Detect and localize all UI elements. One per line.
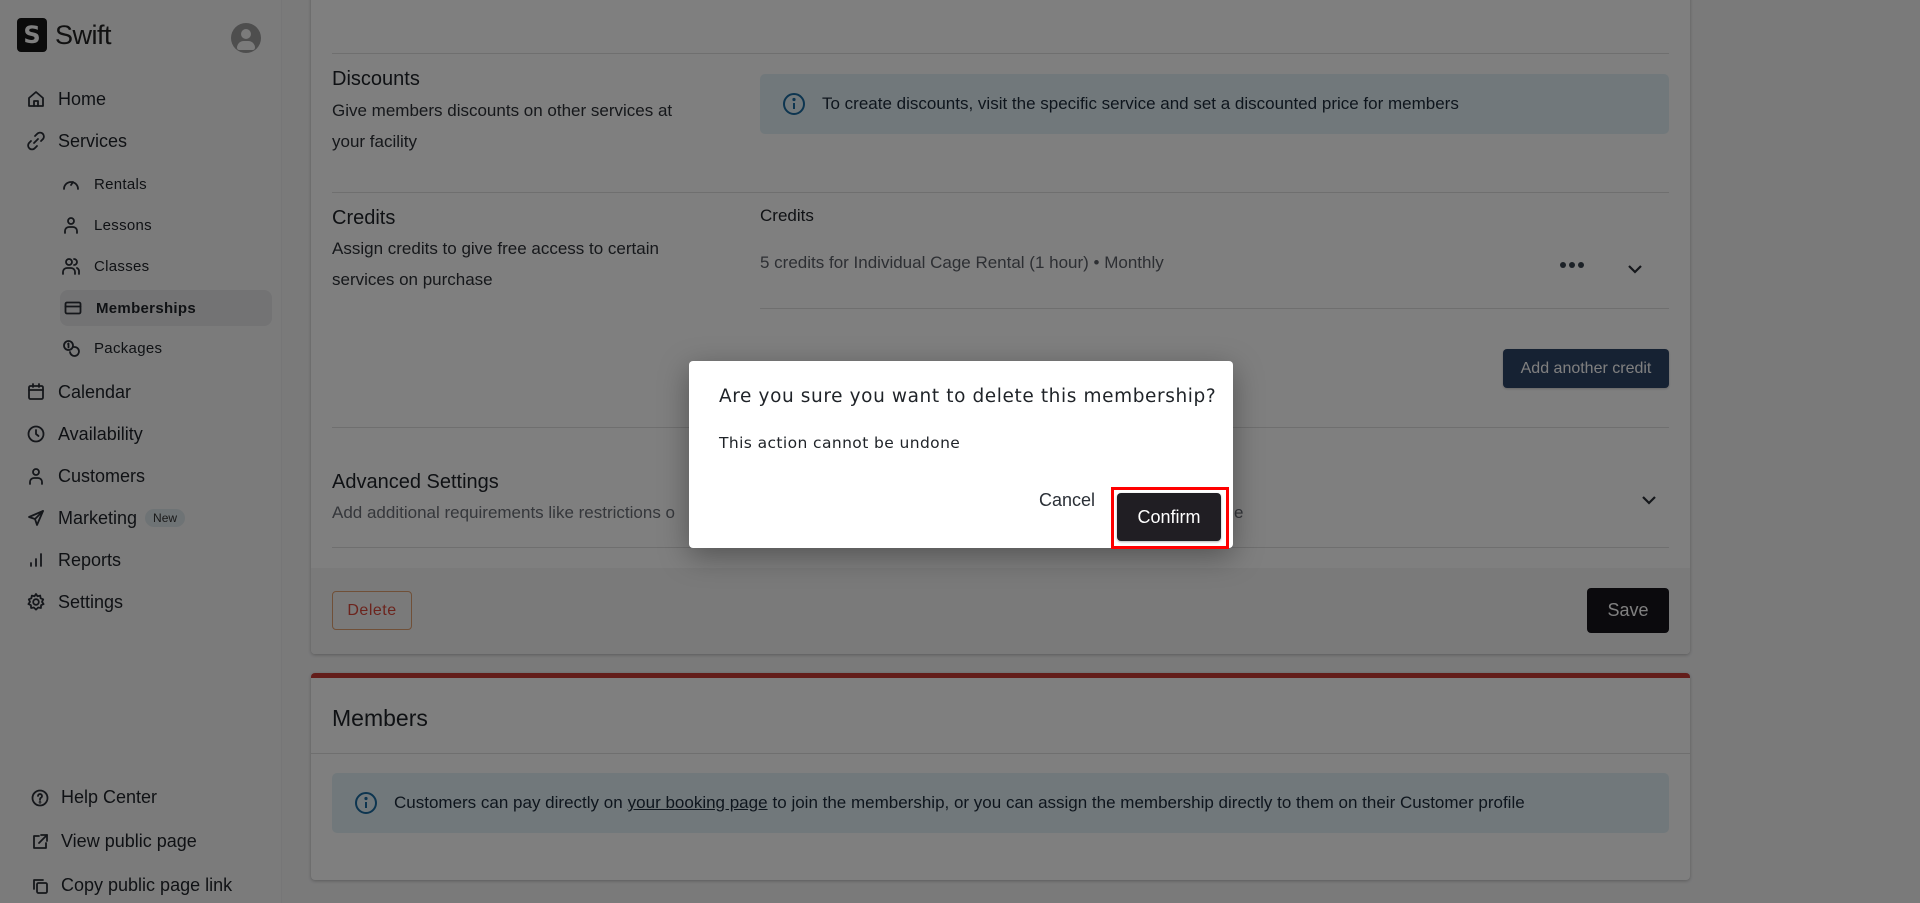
delete-confirmation-dialog: Are you sure you want to delete this mem… bbox=[689, 361, 1233, 549]
cancel-button[interactable]: Cancel bbox=[1039, 490, 1095, 511]
confirm-button[interactable]: Confirm bbox=[1117, 493, 1221, 541]
dialog-message: This action cannot be undone bbox=[719, 434, 961, 452]
dialog-title: Are you sure you want to delete this mem… bbox=[719, 386, 1217, 407]
